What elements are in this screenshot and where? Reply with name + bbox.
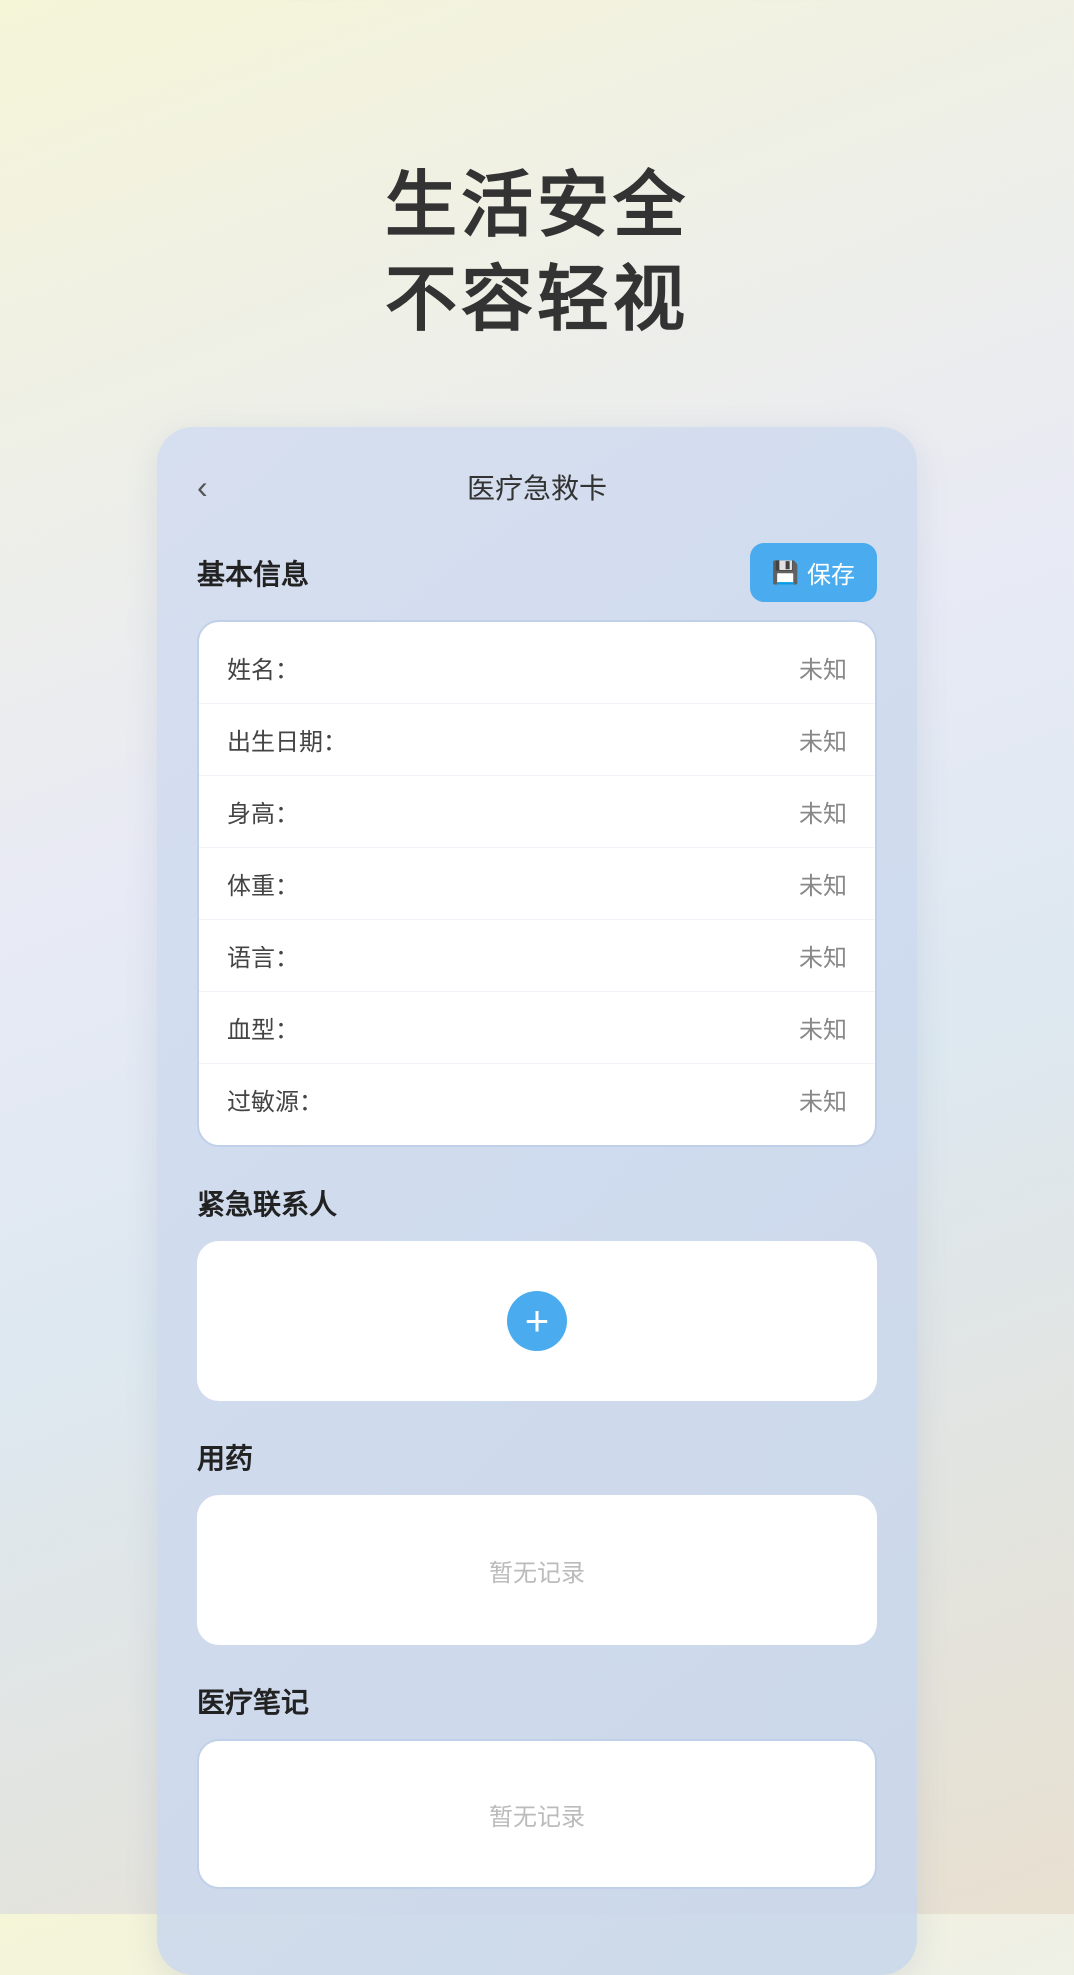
basic-info-title: 基本信息 xyxy=(197,553,309,593)
table-row: 血型： 未知 xyxy=(199,992,875,1064)
field-label: 语言： xyxy=(227,938,299,973)
basic-info-card: 姓名：未知出生日期：未知身高：未知体重：未知语言：未知血型：未知过敏源：未知 xyxy=(197,620,877,1147)
notes-card: 暂无记录 xyxy=(197,1739,877,1889)
save-icon: 💾 xyxy=(772,560,799,586)
field-value: 未知 xyxy=(799,866,847,901)
field-value: 未知 xyxy=(799,794,847,829)
table-row: 身高： 未知 xyxy=(199,776,875,848)
field-label: 出生日期： xyxy=(227,722,347,757)
field-label: 过敏源： xyxy=(227,1082,323,1117)
notes-placeholder: 暂无记录 xyxy=(489,1797,585,1832)
field-value: 未知 xyxy=(799,1082,847,1117)
notes-title: 医疗笔记 xyxy=(197,1681,309,1721)
field-label: 身高： xyxy=(227,794,299,829)
save-button[interactable]: 💾 保存 xyxy=(750,543,877,602)
hero-line2: 不容轻视 xyxy=(385,254,689,348)
add-icon: + xyxy=(525,1300,550,1342)
emergency-contact-section: 紧急联系人 + xyxy=(197,1183,877,1401)
table-row: 出生日期： 未知 xyxy=(199,704,875,776)
add-contact-button[interactable]: + xyxy=(507,1291,567,1351)
basic-info-section: 基本信息 💾 保存 姓名：未知出生日期：未知身高：未知体重：未知语言：未知血型：… xyxy=(197,543,877,1147)
notes-header: 医疗笔记 xyxy=(197,1681,877,1721)
medication-card: 暂无记录 xyxy=(197,1495,877,1645)
medication-section: 用药 暂无记录 xyxy=(197,1437,877,1645)
emergency-contact-card: + xyxy=(197,1241,877,1401)
field-value: 未知 xyxy=(799,1010,847,1045)
table-row: 语言： 未知 xyxy=(199,920,875,992)
hero-line1: 生活安全 xyxy=(385,160,689,254)
basic-info-header: 基本信息 💾 保存 xyxy=(197,543,877,602)
hero-section: 生活安全 不容轻视 xyxy=(385,0,689,347)
field-label: 姓名： xyxy=(227,650,299,685)
field-label: 血型： xyxy=(227,1010,299,1045)
emergency-contact-title: 紧急联系人 xyxy=(197,1183,337,1223)
medication-placeholder: 暂无记录 xyxy=(489,1553,585,1588)
table-row: 过敏源： 未知 xyxy=(199,1064,875,1135)
save-label: 保存 xyxy=(807,555,855,590)
nav-bar: ‹ 医疗急救卡 xyxy=(197,467,877,507)
field-value: 未知 xyxy=(799,650,847,685)
main-card: ‹ 医疗急救卡 基本信息 💾 保存 姓名：未知出生日期：未知身高：未知体重：未知… xyxy=(157,427,917,1975)
table-row: 体重： 未知 xyxy=(199,848,875,920)
medication-header: 用药 xyxy=(197,1437,877,1477)
medication-title: 用药 xyxy=(197,1437,253,1477)
page-title: 医疗急救卡 xyxy=(467,467,607,507)
emergency-contact-header: 紧急联系人 xyxy=(197,1183,877,1223)
field-value: 未知 xyxy=(799,722,847,757)
back-icon: ‹ xyxy=(197,469,208,505)
back-button[interactable]: ‹ xyxy=(197,471,208,503)
notes-section: 医疗笔记 暂无记录 xyxy=(197,1681,877,1889)
field-label: 体重： xyxy=(227,866,299,901)
table-row: 姓名： 未知 xyxy=(199,632,875,704)
field-value: 未知 xyxy=(799,938,847,973)
